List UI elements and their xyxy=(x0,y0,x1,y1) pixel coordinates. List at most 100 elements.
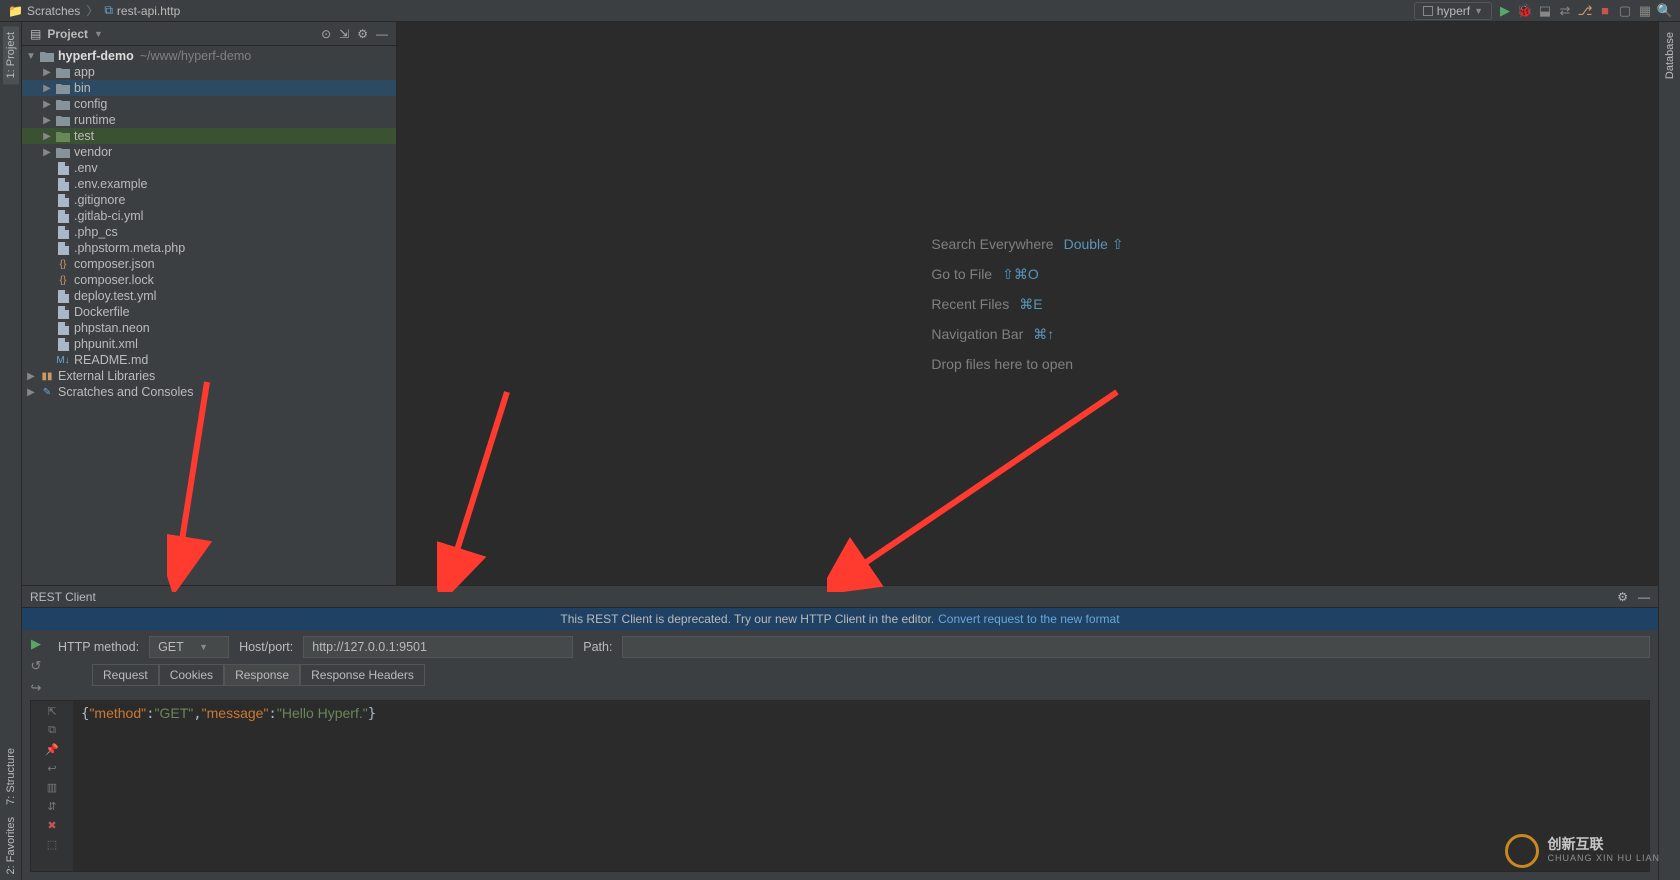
tree-label: .php_cs xyxy=(74,225,118,239)
tree-row[interactable]: ▶.env xyxy=(22,160,396,176)
tree-label: README.md xyxy=(74,353,148,367)
search-icon[interactable]: 🔍 xyxy=(1658,4,1672,18)
collapse-icon[interactable]: ⇲ xyxy=(339,27,349,41)
hide-icon[interactable]: — xyxy=(1638,590,1650,604)
tree-row[interactable]: ▶deploy.test.yml xyxy=(22,288,396,304)
config-icon xyxy=(1423,6,1433,16)
gear-icon[interactable]: ⚙ xyxy=(357,27,368,41)
close-icon[interactable]: ✖ xyxy=(47,819,56,832)
hex-icon[interactable]: ⬚ xyxy=(47,838,57,851)
tree-row[interactable]: ▶.env.example xyxy=(22,176,396,192)
tab-response[interactable]: Response xyxy=(224,664,300,686)
tree-label: config xyxy=(74,97,107,111)
path-label: Path: xyxy=(583,640,612,654)
tree-label: phpunit.xml xyxy=(74,337,138,351)
tree-label: External Libraries xyxy=(58,369,155,383)
convert-request-link[interactable]: Convert request to the new format xyxy=(938,612,1119,626)
editor-area[interactable]: Search EverywhereDouble ⇧ Go to File⇧⌘O … xyxy=(397,22,1658,585)
coverage-icon[interactable]: ⬓ xyxy=(1538,4,1552,18)
tree-row[interactable]: ▶.gitlab-ci.yml xyxy=(22,208,396,224)
tree-row[interactable]: ▼hyperf-demo~/www/hyperf-demo xyxy=(22,48,396,64)
history-icon[interactable]: ↺ xyxy=(31,658,42,674)
annotation-arrow-icon xyxy=(827,382,1127,592)
tab-cookies[interactable]: Cookies xyxy=(159,664,224,686)
response-code[interactable]: {"method":"GET","message":"Hello Hyperf.… xyxy=(73,701,1649,871)
tree-row[interactable]: ▶.phpstorm.meta.php xyxy=(22,240,396,256)
tree-label: deploy.test.yml xyxy=(74,289,156,303)
copy-icon[interactable]: ⧉ xyxy=(48,724,56,737)
profiler-icon[interactable]: ⇄ xyxy=(1558,4,1572,18)
soft-wrap-icon[interactable]: ↩ xyxy=(47,762,56,775)
tree-label: runtime xyxy=(74,113,116,127)
project-tree[interactable]: ▼hyperf-demo~/www/hyperf-demo▶app▶bin▶co… xyxy=(22,46,396,585)
layout-icon[interactable]: ▢ xyxy=(1618,4,1632,18)
folder-icon xyxy=(56,145,70,159)
tree-row[interactable]: ▶app xyxy=(22,64,396,80)
git-icon[interactable]: ⎇ xyxy=(1578,4,1592,18)
tree-row[interactable]: ▶✎Scratches and Consoles xyxy=(22,384,396,400)
tree-row[interactable]: ▶▮▮External Libraries xyxy=(22,368,396,384)
scratches-icon: ✎ xyxy=(40,385,54,399)
tree-row[interactable]: ▶vendor xyxy=(22,144,396,160)
redo-icon[interactable]: ↪ xyxy=(31,680,42,696)
json-file-icon: {} xyxy=(56,273,70,287)
host-input[interactable] xyxy=(303,636,573,658)
tab-headers[interactable]: Response Headers xyxy=(300,664,425,686)
tool-window-project-tab[interactable]: 1: Project xyxy=(3,26,19,84)
tool-window-structure-tab[interactable]: 7: Structure xyxy=(3,742,19,811)
stop-icon[interactable]: ■ xyxy=(1598,4,1612,18)
pin-icon[interactable]: 📌 xyxy=(45,743,59,756)
export-icon[interactable]: ⇱ xyxy=(47,705,56,718)
tree-row[interactable]: ▶runtime xyxy=(22,112,396,128)
scroll-icon[interactable]: ⇵ xyxy=(47,800,56,813)
tree-row[interactable]: ▶bin xyxy=(22,80,396,96)
tree-label: .phpstorm.meta.php xyxy=(74,241,185,255)
chevron-down-icon: ▼ xyxy=(199,642,208,652)
tree-row[interactable]: ▶ config xyxy=(22,96,396,112)
http-method-select[interactable]: GET ▼ xyxy=(149,636,229,658)
folder-icon xyxy=(56,81,70,95)
tree-label: .env xyxy=(74,161,98,175)
debug-icon[interactable]: 🐞 xyxy=(1518,4,1532,18)
breadcrumb-file[interactable]: rest-api.http xyxy=(117,4,180,18)
tree-row[interactable]: ▶{}composer.lock xyxy=(22,272,396,288)
deprecation-message: This REST Client is deprecated. Try our … xyxy=(560,612,934,626)
path-input[interactable] xyxy=(622,636,1650,658)
tree-arrow-icon: ▼ xyxy=(26,51,36,62)
gear-icon[interactable]: ⚙ xyxy=(1617,590,1628,604)
tree-row[interactable]: ▶Dockerfile xyxy=(22,304,396,320)
run-icon[interactable]: ▶ xyxy=(31,636,41,652)
run-configuration-selector[interactable]: hyperf ▼ xyxy=(1414,2,1492,20)
file-icon xyxy=(56,225,70,239)
project-tool-window: ▤ Project ▼ ⊙ ⇲ ⚙ — ▼hyperf-demo~/www/hy… xyxy=(22,22,397,585)
tree-arrow-icon: ▶ xyxy=(42,99,52,110)
tree-label: composer.lock xyxy=(74,273,154,287)
file-icon xyxy=(56,241,70,255)
markdown-file-icon: M↓ xyxy=(56,353,70,367)
tree-row[interactable]: ▶M↓README.md xyxy=(22,352,396,368)
ide-settings-icon[interactable]: ▦ xyxy=(1638,4,1652,18)
chevron-down-icon[interactable]: ▼ xyxy=(94,29,103,39)
hide-icon[interactable]: — xyxy=(376,27,388,41)
run-icon[interactable]: ▶ xyxy=(1498,4,1512,18)
tree-row[interactable]: ▶.php_cs xyxy=(22,224,396,240)
file-icon xyxy=(56,177,70,191)
tree-row[interactable]: ▶test xyxy=(22,128,396,144)
project-title: Project xyxy=(47,27,88,41)
breadcrumb-scratches[interactable]: Scratches xyxy=(27,4,80,18)
project-icon: ▤ xyxy=(30,27,41,41)
tool-window-favorites-tab[interactable]: 2: Favorites xyxy=(3,811,19,880)
tree-row[interactable]: ▶.gitignore xyxy=(22,192,396,208)
tree-row[interactable]: ▶phpstan.neon xyxy=(22,320,396,336)
tab-request[interactable]: Request xyxy=(92,664,159,686)
tree-row[interactable]: ▶phpunit.xml xyxy=(22,336,396,352)
view-icon[interactable]: ▥ xyxy=(47,781,57,794)
watermark-cn: 创新互联 xyxy=(1547,837,1660,851)
tree-arrow-icon: ▶ xyxy=(42,83,52,94)
watermark-logo-icon xyxy=(1505,834,1539,868)
library-icon: ▮▮ xyxy=(40,369,54,383)
chevron-down-icon: ▼ xyxy=(1474,6,1483,16)
locate-icon[interactable]: ⊙ xyxy=(321,27,331,41)
tool-window-database-tab[interactable]: Database xyxy=(1662,26,1678,85)
tree-row[interactable]: ▶{}composer.json xyxy=(22,256,396,272)
